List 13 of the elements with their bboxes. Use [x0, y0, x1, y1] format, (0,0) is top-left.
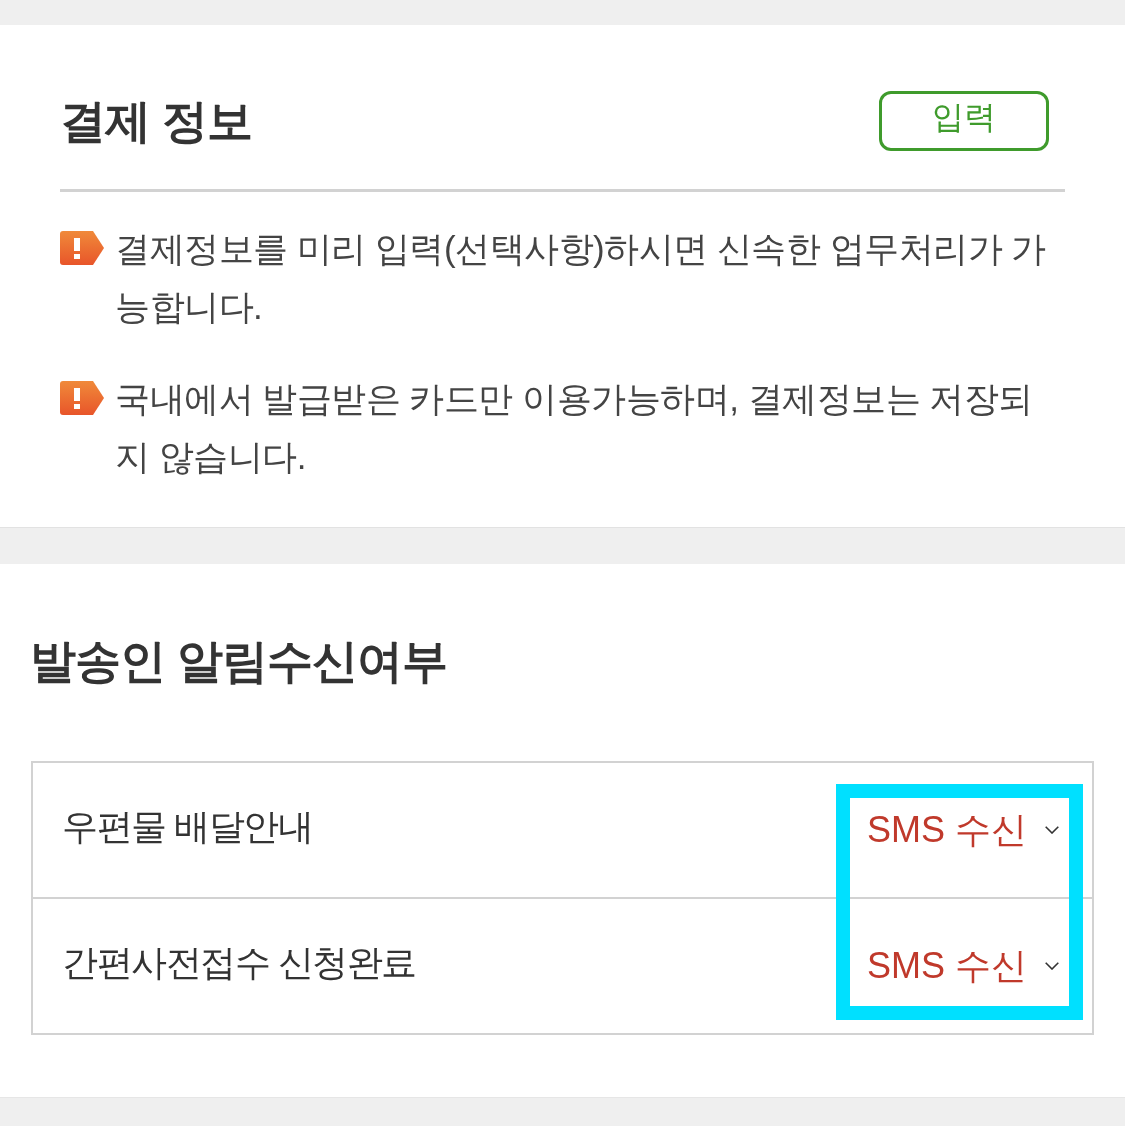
input-button[interactable]: 입력: [879, 91, 1049, 151]
alert-icon: [60, 231, 104, 265]
row-label: 우편물 배달안내: [62, 804, 312, 849]
section-title: 발송인 알림수신여부: [30, 634, 447, 689]
chevron-down-icon: [1045, 826, 1059, 834]
section-title: 결제 정보: [60, 94, 252, 149]
chevron-down-icon: [1045, 962, 1059, 970]
option-select[interactable]: SMS 수신: [867, 941, 1059, 991]
alert-icon: [60, 381, 104, 415]
row-label: 간편사전접수 신청완료: [62, 940, 416, 985]
option-select[interactable]: SMS 수신: [867, 805, 1059, 855]
notice-text: 국내에서 발급받은 카드만 이용가능하며, 결제정보는 저장되지 않습니다.: [115, 378, 1034, 478]
notice-text: 결제정보를 미리 입력(선택사항)하시면 신속한 업무처리가 가능합니다.: [115, 228, 1047, 328]
